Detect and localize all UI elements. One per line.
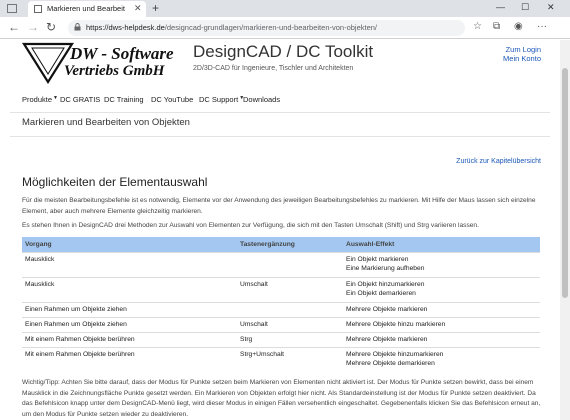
close-tab-icon[interactable]: ✕ <box>134 3 142 14</box>
cell-effekt: Mehrere Objekte hinzumarkieren Mehrere Ob… <box>343 346 540 372</box>
address-bar[interactable]: https://dws-helpdesk.de/designcad-grundl… <box>68 20 465 36</box>
selection-table: Vorgang Tastenergänzung Auswahl-Effekt M… <box>22 237 540 372</box>
caret-down-icon: ▼ <box>53 95 58 101</box>
cell-taste: Umschalt <box>237 316 343 332</box>
divider <box>10 136 550 137</box>
tab-actions-icon[interactable] <box>7 4 17 13</box>
nav-item-dc-gratis[interactable]: DC GRATIS <box>60 95 100 104</box>
page-viewport: DW - Software Vertriebs GmbH DesignCAD /… <box>0 40 560 420</box>
table-header-row: Vorgang Tastenergänzung Auswahl-Effekt <box>22 237 540 252</box>
nav-item-produkte[interactable]: Produkte▼ <box>22 95 58 104</box>
table-row: Mausklick Umschalt Ein Objekt hinzumarki… <box>22 276 540 302</box>
column-header: Vorgang <box>22 237 237 252</box>
table-row: Mausklick Ein Objekt markieren Eine Marki… <box>22 251 540 277</box>
browser-tab[interactable]: Markieren und Bearbeit ✕ <box>28 1 146 17</box>
cell-taste: Strg <box>237 331 343 347</box>
cell-taste <box>237 251 343 277</box>
cell-taste: Strg+Umschalt <box>237 346 343 372</box>
new-tab-icon[interactable]: + <box>152 1 159 15</box>
cell-effekt: Mehrere Objekte hinzu markieren <box>343 316 540 332</box>
nav-item-dc-support[interactable]: DC Support▼ <box>199 95 244 104</box>
nav-item-downloads[interactable]: Downloads <box>243 95 280 104</box>
back-to-overview-link[interactable]: Zurück zur Kapitelübersicht <box>456 158 541 165</box>
cell-effekt: Mehrere Objekte markieren <box>343 331 540 347</box>
cell-effekt: Ein Objekt markieren Eine Markierung aufh… <box>343 251 540 277</box>
section-title: Möglichkeiten der Elementauswahl <box>22 175 208 189</box>
cell-taste <box>237 301 343 317</box>
url-text: https://dws-helpdesk.de/designcad-grundl… <box>86 23 378 32</box>
cell-vorgang: Mit einem Rahmen Objekte berühren <box>22 331 237 347</box>
cell-vorgang: Einen Rahmen um Objekte ziehen <box>22 301 237 317</box>
methods-paragraph: Es stehen Ihnen in DesignCAD drei Method… <box>22 222 479 229</box>
logo-line2: Vertriebs GmbH <box>64 63 165 79</box>
nav-item-dc-training[interactable]: DC Training <box>104 95 144 104</box>
scrollbar-thumb[interactable] <box>562 68 568 298</box>
reload-icon[interactable]: ↻ <box>46 21 56 33</box>
table-row: Mit einem Rahmen Objekte berühren Strg+U… <box>22 346 540 372</box>
account-link[interactable]: Mein Konto <box>503 54 541 63</box>
lock-icon <box>74 23 81 31</box>
browser-toolbar: ← → ↻ https://dws-helpdesk.de/designcad-… <box>0 17 570 39</box>
collections-icon[interactable]: ⧉ <box>493 21 500 32</box>
cell-effekt: Mehrere Objekte markieren <box>343 301 540 317</box>
cell-vorgang: Mausklick <box>22 276 237 302</box>
cell-vorgang: Mit einem Rahmen Objekte berühren <box>22 346 237 372</box>
cell-effekt: Ein Objekt hinzumarkieren Ein Objekt dema… <box>343 276 540 302</box>
table-row: Einen Rahmen um Objekte ziehen Mehrere O… <box>22 301 540 317</box>
cell-vorgang: Mausklick <box>22 251 237 277</box>
login-link[interactable]: Zum Login <box>503 45 541 54</box>
minimize-icon[interactable]: — <box>496 2 505 12</box>
favorite-icon[interactable]: ☆ <box>473 21 482 32</box>
forward-icon[interactable]: → <box>27 21 39 33</box>
tip-paragraph: Wichtig/Tipp: Achten Sie bitte darauf, d… <box>22 379 541 418</box>
column-header: Auswahl-Effekt <box>343 237 540 252</box>
intro-paragraph: Für die meisten Bearbeitungsbefehle ist … <box>22 197 536 215</box>
profile-icon[interactable]: ◉ <box>514 21 523 32</box>
more-icon[interactable]: ··· <box>537 21 547 32</box>
logo-line1: DW - Software <box>70 44 174 63</box>
company-logo[interactable]: DW - Software Vertriebs GmbH <box>22 40 174 85</box>
maximize-icon[interactable]: ☐ <box>521 2 529 13</box>
divider <box>10 112 550 113</box>
account-links: Zum Login Mein Konto <box>503 45 541 63</box>
cell-vorgang: Einen Rahmen um Objekte ziehen <box>22 316 237 332</box>
browser-tab-bar: Markieren und Bearbeit ✕ + — ☐ ✕ <box>0 0 570 17</box>
tab-title: Markieren und Bearbeit <box>47 4 125 13</box>
page-favicon-icon <box>34 5 42 13</box>
page-heading: Markieren und Bearbeiten von Objekten <box>22 117 190 128</box>
table-row: Mit einem Rahmen Objekte berühren Strg M… <box>22 331 540 347</box>
close-window-icon[interactable]: ✕ <box>547 2 555 13</box>
table-row: Einen Rahmen um Objekte ziehen Umschalt … <box>22 316 540 332</box>
back-icon[interactable]: ← <box>8 21 20 33</box>
site-title: DesignCAD / DC Toolkit <box>193 42 374 61</box>
nav-item-dc-youtube[interactable]: DC YouTube <box>151 95 193 104</box>
cell-taste: Umschalt <box>237 276 343 302</box>
site-subtitle: 2D/3D-CAD für Ingenieure, Tischler und A… <box>193 65 354 72</box>
page-scrollbar[interactable] <box>560 40 570 420</box>
column-header: Tastenergänzung <box>237 237 343 252</box>
